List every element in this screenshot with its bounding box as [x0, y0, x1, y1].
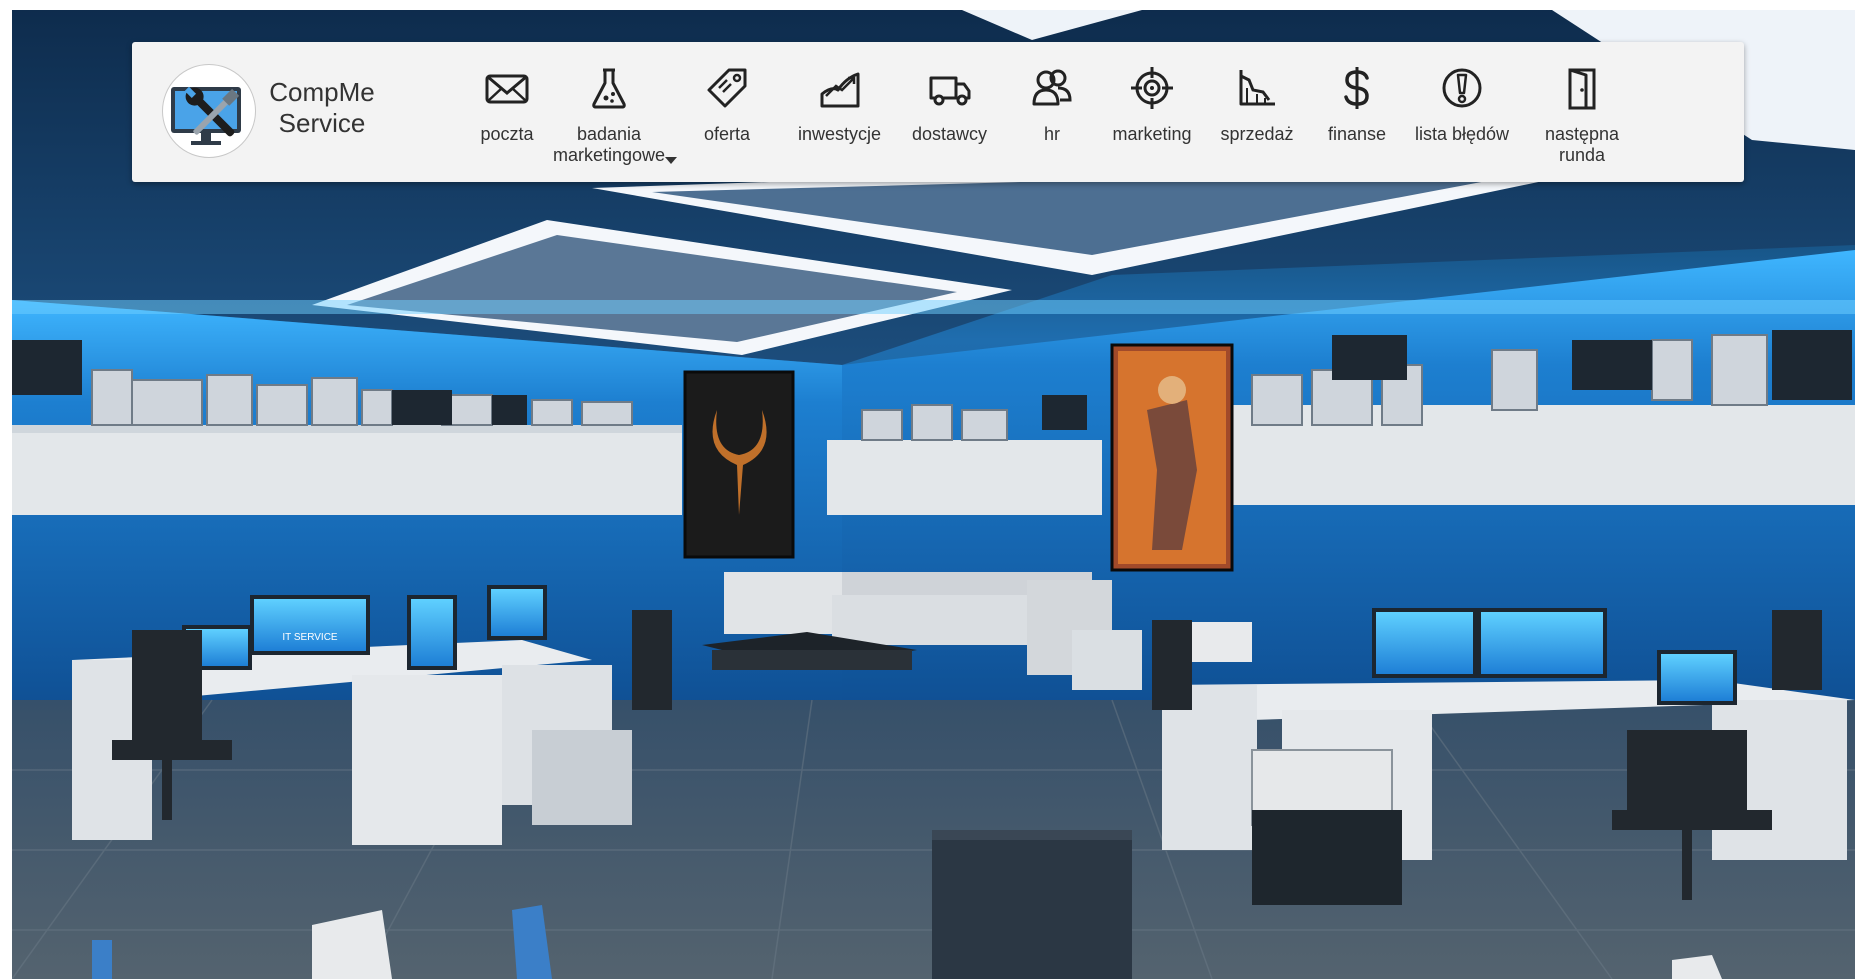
people-icon — [1032, 69, 1072, 106]
dollar-icon — [1344, 67, 1369, 109]
brand-line-2: Service — [278, 108, 366, 138]
nav-item-nastepna-runda[interactable]: następna runda — [1527, 66, 1637, 166]
nav-item-dostawcy[interactable]: dostawcy — [902, 66, 997, 145]
growth-chart-icon — [820, 72, 859, 108]
envelope-icon — [485, 74, 529, 104]
door-icon — [1568, 68, 1596, 110]
nav-label: poczta — [480, 124, 534, 144]
nav-label: badania marketingowe — [544, 124, 674, 166]
nav-label: hr — [1043, 124, 1060, 144]
nav-label-line-1: następna — [1544, 124, 1620, 144]
brand-line-1: CompMe — [269, 77, 375, 107]
nav-item-sprzedaz[interactable]: sprzedaż — [1207, 66, 1307, 145]
nav-label: marketing — [1112, 124, 1192, 144]
nav-label-line-2: marketingowe — [552, 145, 666, 165]
logo-tools-icon — [171, 86, 241, 145]
nav-label: oferta — [703, 124, 751, 144]
exclamation-circle-icon — [1442, 68, 1482, 108]
nav-label: finanse — [1327, 124, 1387, 144]
nav-item-badania-marketingowe[interactable]: badania marketingowe — [544, 66, 674, 166]
dropdown-caret-icon[interactable] — [665, 157, 677, 164]
delivery-truck-icon — [929, 76, 970, 106]
target-icon — [1131, 67, 1173, 109]
nav-label: następna runda — [1527, 124, 1637, 166]
nav-label-line-1: badania — [576, 124, 642, 144]
nav-label: dostawcy — [911, 124, 988, 144]
monitor-label: IT SERVICE — [282, 632, 338, 643]
sales-chart-icon — [1239, 70, 1275, 106]
flask-icon — [592, 68, 626, 109]
nav-label: lista błędów — [1414, 124, 1510, 144]
nav-label-line-2: runda — [1558, 145, 1606, 165]
nav-item-poczta[interactable]: poczta — [462, 66, 552, 145]
nav-item-inwestycje[interactable]: inwestycje — [792, 66, 887, 145]
nav-item-marketing[interactable]: marketing — [1097, 66, 1207, 145]
top-navigation-bar: CompMe Service poczta badania marketingo… — [132, 42, 1744, 182]
nav-item-finanse[interactable]: finanse — [1312, 66, 1402, 145]
nav-item-hr[interactable]: hr — [1007, 66, 1097, 145]
nav-label: inwestycje — [797, 124, 882, 144]
brand-name[interactable]: CompMe Service — [262, 77, 382, 139]
nav-item-lista-bledow[interactable]: lista błędów — [1407, 66, 1517, 145]
logo[interactable] — [162, 64, 256, 158]
nav-label: sprzedaż — [1220, 124, 1294, 144]
tag-icon — [707, 68, 747, 108]
nav-item-oferta[interactable]: oferta — [682, 66, 772, 145]
